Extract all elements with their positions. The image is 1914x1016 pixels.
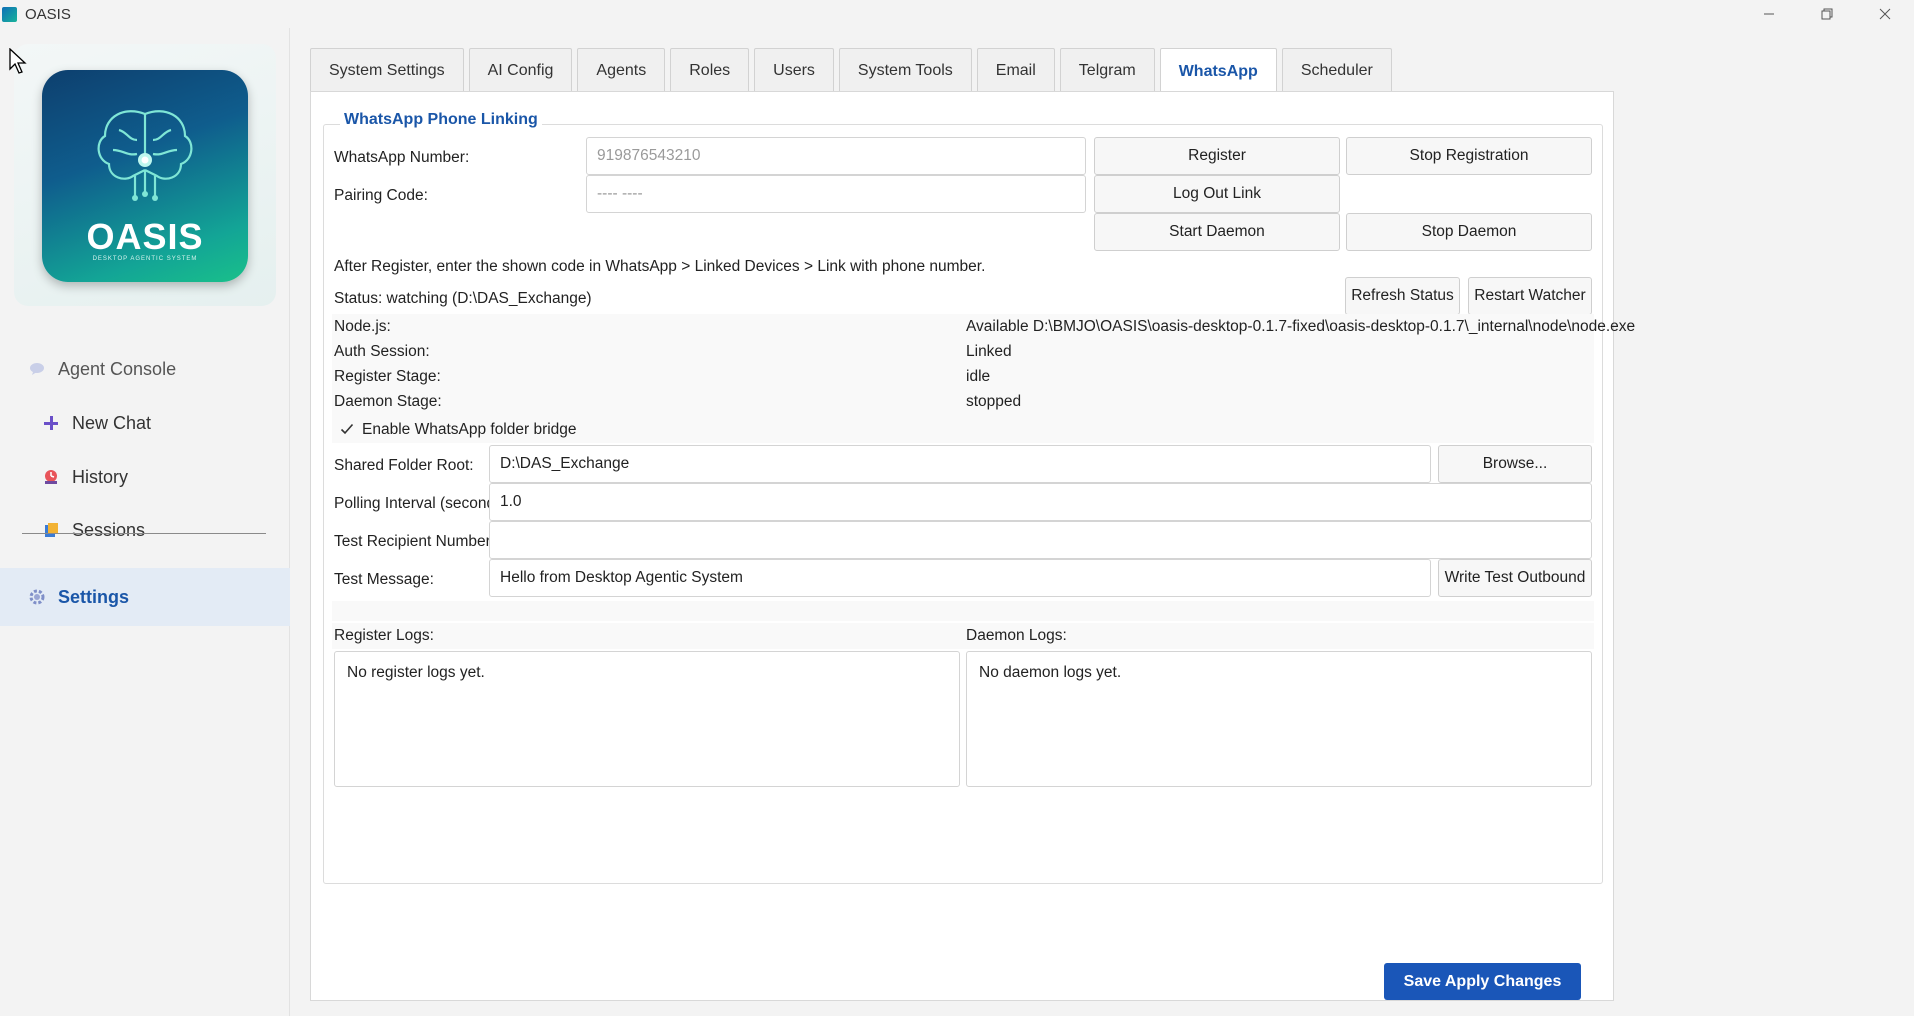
info-row-bg xyxy=(332,389,1594,415)
sidebar-item-label: History xyxy=(72,466,129,487)
register-logs-label: Register Logs: xyxy=(334,627,434,644)
sidebar-item-label: Sessions xyxy=(72,519,146,540)
register-button[interactable]: Register xyxy=(1094,137,1340,175)
window-controls xyxy=(1740,0,1914,28)
main-panel: System Settings AI Config Agents Roles U… xyxy=(290,28,1914,1016)
tab-roles[interactable]: Roles xyxy=(670,48,750,92)
test-message-input[interactable]: Hello from Desktop Agentic System xyxy=(489,559,1431,597)
mouse-cursor-icon xyxy=(9,48,27,74)
shared-folder-input[interactable]: D:\DAS_Exchange xyxy=(489,445,1431,483)
sessions-icon xyxy=(42,521,60,539)
stop-registration-button[interactable]: Stop Registration xyxy=(1346,137,1592,175)
info-row-bg xyxy=(332,364,1594,390)
auth-session-value: Linked xyxy=(966,343,1012,360)
tab-system-tools[interactable]: System Tools xyxy=(838,48,972,92)
tab-ai-config[interactable]: AI Config xyxy=(468,48,573,92)
pairing-code-label: Pairing Code: xyxy=(334,187,428,204)
logo-wordmark: OASIS xyxy=(86,216,204,257)
whatsapp-tab-panel: WhatsApp Phone Linking WhatsApp Number: … xyxy=(310,91,1635,1001)
shared-folder-label: Shared Folder Root: xyxy=(334,457,474,474)
restore-button[interactable] xyxy=(1798,0,1856,28)
minimize-button[interactable] xyxy=(1740,0,1798,28)
sidebar-item-new-chat[interactable]: New Chat xyxy=(0,400,290,446)
save-apply-changes-button[interactable]: Save Apply Changes xyxy=(1384,963,1581,1000)
test-recipient-label: Test Recipient Number: xyxy=(334,533,496,550)
auth-session-label: Auth Session: xyxy=(334,343,430,360)
tab-scheduler[interactable]: Scheduler xyxy=(1281,48,1392,92)
instructions-text: After Register, enter the shown code in … xyxy=(334,258,986,275)
sidebar-item-label: Settings xyxy=(58,586,130,607)
whatsapp-linking-group: WhatsApp Phone Linking WhatsApp Number: … xyxy=(323,111,1635,884)
sidebar-item-agent-console[interactable]: Agent Console xyxy=(0,346,290,392)
stop-daemon-button[interactable]: Stop Daemon xyxy=(1346,213,1592,251)
polling-interval-label: Polling Interval (seconds): xyxy=(334,495,513,512)
brain-icon xyxy=(97,110,193,201)
bridge-checkbox-label[interactable]: Enable WhatsApp folder bridge xyxy=(362,421,577,439)
whatsapp-number-input[interactable]: 919876543210 xyxy=(586,137,1086,175)
sidebar-item-label: New Chat xyxy=(72,412,152,433)
app-icon xyxy=(2,6,17,22)
polling-interval-input[interactable]: 1.0 xyxy=(489,483,1592,521)
whatsapp-number-label: WhatsApp Number: xyxy=(334,149,470,166)
tab-system-settings[interactable]: System Settings xyxy=(310,48,464,92)
logo-card: OASIS DESKTOP AGENTIC SYSTEM xyxy=(14,44,276,306)
settings-tabs: System Settings AI Config Agents Roles U… xyxy=(310,48,1397,94)
info-row-bg xyxy=(332,339,1594,365)
close-icon xyxy=(1879,8,1891,20)
tab-whatsapp[interactable]: WhatsApp xyxy=(1159,48,1277,94)
history-icon xyxy=(42,468,60,486)
tab-users[interactable]: Users xyxy=(754,48,834,92)
sidebar-item-settings[interactable]: Settings xyxy=(0,568,290,626)
refresh-status-button[interactable]: Refresh Status xyxy=(1345,277,1460,315)
restart-watcher-button[interactable]: Restart Watcher xyxy=(1468,277,1592,315)
register-logs-box[interactable]: No register logs yet. xyxy=(334,651,960,787)
test-message-label: Test Message: xyxy=(334,571,434,588)
plus-icon xyxy=(42,414,60,432)
nodejs-label: Node.js: xyxy=(334,318,391,335)
sidebar-divider xyxy=(22,533,266,534)
sidebar-item-label: Agent Console xyxy=(58,358,177,379)
restore-icon xyxy=(1821,8,1833,20)
register-stage-label: Register Stage: xyxy=(334,368,441,385)
daemon-stage-label: Daemon Stage: xyxy=(334,393,442,410)
sidebar-item-sessions[interactable]: Sessions xyxy=(0,507,290,553)
sidebar-item-history[interactable]: History xyxy=(0,454,290,500)
daemon-stage-value: stopped xyxy=(966,393,1022,410)
log-out-link-button[interactable]: Log Out Link xyxy=(1094,175,1340,213)
tab-email[interactable]: Email xyxy=(976,48,1055,92)
sidebar: OASIS DESKTOP AGENTIC SYSTEM Agent Conso… xyxy=(0,28,290,1016)
spacer-row-bg xyxy=(332,601,1594,621)
chat-bubble-icon xyxy=(28,360,46,378)
tab-telgram[interactable]: Telgram xyxy=(1059,48,1155,92)
logo-subtitle: DESKTOP AGENTIC SYSTEM xyxy=(92,256,198,262)
nodejs-value: Available D:\BMJO\OASIS\oasis-desktop-0.… xyxy=(966,318,1636,335)
browse-button[interactable]: Browse... xyxy=(1438,445,1592,483)
bridge-checkbox[interactable] xyxy=(340,422,354,436)
status-text: Status: watching (D:\DAS_Exchange) xyxy=(334,290,592,307)
test-recipient-input[interactable] xyxy=(489,521,1592,559)
pairing-code-input[interactable]: ---- ---- xyxy=(586,175,1086,213)
close-button[interactable] xyxy=(1856,0,1914,28)
title-bar: OASIS xyxy=(0,0,1914,28)
group-title: WhatsApp Phone Linking xyxy=(340,111,542,129)
daemon-logs-label: Daemon Logs: xyxy=(966,627,1067,644)
oasis-logo: OASIS DESKTOP AGENTIC SYSTEM xyxy=(42,70,248,282)
register-stage-value: idle xyxy=(966,368,991,385)
window-title: OASIS xyxy=(25,5,71,23)
gear-icon xyxy=(28,588,46,606)
minimize-icon xyxy=(1764,13,1774,15)
write-test-outbound-button[interactable]: Write Test Outbound xyxy=(1438,559,1592,597)
daemon-logs-box[interactable]: No daemon logs yet. xyxy=(966,651,1592,787)
tab-agents[interactable]: Agents xyxy=(577,48,666,92)
start-daemon-button[interactable]: Start Daemon xyxy=(1094,213,1340,251)
info-row-bg xyxy=(332,623,1594,649)
